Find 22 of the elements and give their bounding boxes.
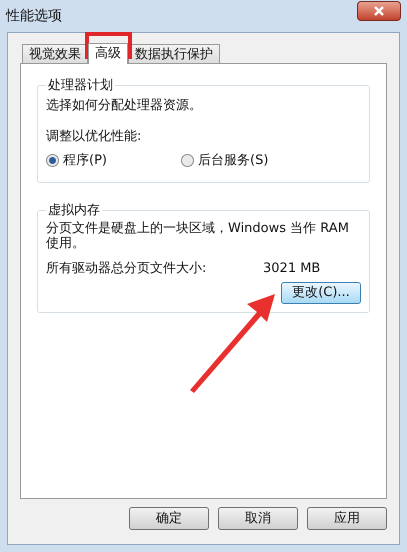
total-label: 所有驱动器总分页文件大小: [46,260,208,278]
close-button[interactable] [357,1,401,21]
group-title: 处理器计划 [47,77,114,95]
tab[interactable]: 数据执行保护 [128,44,220,63]
highlight-box [85,32,132,59]
dialog-button[interactable]: 取消 [218,507,298,530]
tab[interactable]: 高级 [88,43,128,64]
tab[interactable]: 视觉效果 [22,44,88,63]
window-title: 性能选项 [6,6,62,26]
radio-option[interactable]: 程序(P) [46,150,181,170]
adjust-label: 调整以优化性能: [46,128,142,146]
radio-option[interactable]: 后台服务(S) [181,150,316,170]
group-title: 虚拟内存 [47,202,101,220]
change-button[interactable]: 更改(C)... [281,282,361,304]
close-icon [373,6,385,16]
description-text: 分页文件是硬盘上的一块区域，Windows 当作 RAM 使用。 [46,220,350,250]
description-text: 选择如何分配处理器资源。 [46,96,203,114]
radio-button[interactable] [181,154,194,167]
radio-button[interactable] [46,154,59,167]
total-value: 3021 MB [263,260,320,278]
dialog-button[interactable]: 确定 [129,507,209,530]
dialog-button[interactable]: 应用 [307,507,387,530]
